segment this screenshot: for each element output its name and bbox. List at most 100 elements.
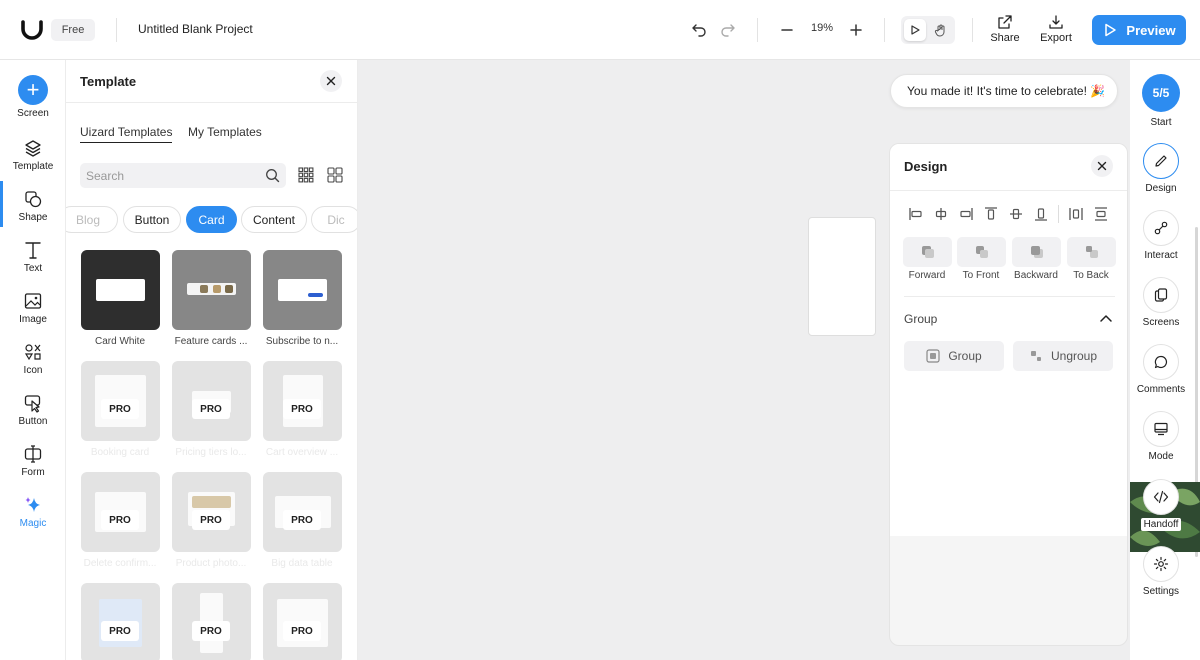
template-card-feature-cards[interactable]	[172, 250, 251, 330]
category-chip-blog[interactable]: Blog	[66, 206, 118, 233]
category-chip-content[interactable]: Content	[241, 206, 307, 233]
export-button[interactable]: Export	[1036, 14, 1076, 44]
chevron-up-icon[interactable]	[1099, 313, 1113, 323]
rail-item-shape[interactable]: Shape	[0, 189, 66, 223]
plus-icon: +	[18, 75, 48, 105]
zoom-out-icon[interactable]	[775, 18, 799, 42]
template-card-label: Cart overview ...	[265, 447, 339, 458]
screen-frame[interactable]	[808, 217, 876, 336]
preview-button[interactable]: Preview	[1092, 15, 1186, 45]
template-card-card-white[interactable]	[81, 250, 160, 330]
zoom-in-icon[interactable]	[844, 18, 868, 42]
bring-to-front-button[interactable]	[957, 237, 1006, 267]
rail-item-design[interactable]: Design	[1130, 143, 1192, 194]
divider	[904, 296, 1115, 297]
rail-item-screens[interactable]: Screens	[1130, 277, 1192, 328]
pro-badge: PRO	[192, 399, 230, 419]
project-title[interactable]: Untitled Blank Project	[138, 22, 253, 36]
template-card-label: Feature cards ...	[174, 336, 248, 347]
bring-forward-button[interactable]	[903, 237, 952, 267]
template-card-delete-confirm[interactable]: PRO	[81, 472, 160, 552]
rail-item-magic[interactable]: Magic	[0, 495, 66, 529]
rail-item-handoff[interactable]: Handoff	[1130, 479, 1192, 531]
pro-badge: PRO	[101, 399, 139, 419]
category-chip-card[interactable]: Card	[186, 206, 237, 233]
template-card-pricing-tiers[interactable]: PRO	[172, 361, 251, 441]
ungroup-button[interactable]: Ungroup	[1013, 341, 1113, 371]
rail-item-mode[interactable]: Mode	[1130, 411, 1192, 462]
distribute-vertical-icon[interactable]	[1093, 206, 1109, 222]
search-input[interactable]	[86, 167, 256, 184]
tab-my-templates[interactable]: My Templates	[188, 125, 262, 139]
left-toolbar: + Screen Template Shape Text Image Icon …	[0, 60, 66, 660]
distribute-horizontal-icon[interactable]	[1068, 206, 1084, 222]
template-card-label: Product photo...	[175, 558, 247, 569]
hand-tool-icon[interactable]	[929, 19, 951, 41]
gear-icon	[1143, 546, 1179, 582]
ungroup-label: Ungroup	[1050, 349, 1098, 363]
screens-icon	[1143, 277, 1179, 313]
template-card[interactable]: PRO	[81, 583, 160, 660]
shape-icon	[25, 191, 42, 208]
template-card[interactable]: PRO	[263, 583, 342, 660]
share-button[interactable]: Share	[985, 14, 1025, 44]
redo-icon[interactable]	[716, 18, 740, 42]
close-template-panel-button[interactable]	[320, 70, 342, 92]
text-icon	[25, 242, 41, 259]
rail-item-button[interactable]: Button	[0, 393, 66, 427]
rail-label: Settings	[1142, 586, 1180, 597]
rail-item-form[interactable]: Form	[0, 444, 66, 478]
order-label: Forward	[908, 270, 946, 281]
send-backward-button[interactable]	[1012, 237, 1061, 267]
cursor-click-icon	[24, 395, 41, 413]
rail-label: Magic	[19, 518, 47, 529]
align-bottom-icon[interactable]	[1033, 206, 1049, 222]
pro-badge: PRO	[101, 510, 139, 530]
preview-label: Preview	[1126, 22, 1176, 38]
grid-large-icon[interactable]	[327, 167, 343, 183]
select-tool-icon[interactable]	[904, 19, 926, 41]
close-design-panel-button[interactable]	[1091, 155, 1113, 177]
card-preview	[96, 279, 145, 301]
align-left-icon[interactable]	[908, 206, 924, 222]
grid-small-icon[interactable]	[298, 167, 314, 183]
group-button[interactable]: Group	[904, 341, 1004, 371]
zoom-level[interactable]: 19%	[806, 22, 838, 34]
share-label: Share	[990, 32, 1020, 44]
bring-forward-icon	[921, 246, 934, 258]
rail-item-text[interactable]: Text	[0, 240, 66, 274]
tour-step-indicator[interactable]: 5/5 Start	[1130, 74, 1192, 128]
align-top-icon[interactable]	[983, 206, 999, 222]
uizard-logo[interactable]	[20, 18, 44, 40]
align-center-vertical-icon[interactable]	[1008, 206, 1024, 222]
rail-item-comments[interactable]: Comments	[1130, 344, 1192, 395]
rail-item-screen[interactable]: + Screen	[0, 75, 66, 119]
template-card-label: Big data table	[271, 558, 333, 569]
rail-item-template[interactable]: Template	[0, 138, 66, 172]
align-right-icon[interactable]	[958, 206, 974, 222]
rail-item-image[interactable]: Image	[0, 291, 66, 325]
search-icon[interactable]	[265, 168, 280, 183]
undo-icon[interactable]	[687, 18, 711, 42]
code-icon	[1143, 479, 1179, 515]
category-chip-dic[interactable]: Dic	[311, 206, 357, 233]
category-chip-button[interactable]: Button	[123, 206, 181, 233]
send-to-back-button[interactable]	[1067, 237, 1116, 267]
rail-item-interact[interactable]: Interact	[1130, 210, 1192, 261]
template-card[interactable]: PRO	[172, 583, 251, 660]
rail-label: Handoff	[1140, 518, 1182, 531]
align-center-horizontal-icon[interactable]	[933, 206, 949, 222]
template-card-cart-overview[interactable]: PRO	[263, 361, 342, 441]
pro-badge: PRO	[101, 621, 139, 641]
design-panel-body: Design Forward To Front Backward To Back	[890, 144, 1127, 536]
template-card-subscribe[interactable]	[263, 250, 342, 330]
template-card-label: Delete confirm...	[83, 558, 157, 569]
template-card-big-data-table[interactable]: PRO	[263, 472, 342, 552]
tab-uizard-templates[interactable]: Uizard Templates	[80, 125, 173, 143]
template-card-booking[interactable]: PRO	[81, 361, 160, 441]
rail-item-settings[interactable]: Settings	[1130, 546, 1192, 597]
template-card-product-photo[interactable]: PRO	[172, 472, 251, 552]
plan-badge[interactable]: Free	[51, 19, 95, 41]
template-card-label: Subscribe to n...	[265, 336, 339, 347]
rail-item-icon[interactable]: Icon	[0, 342, 66, 376]
